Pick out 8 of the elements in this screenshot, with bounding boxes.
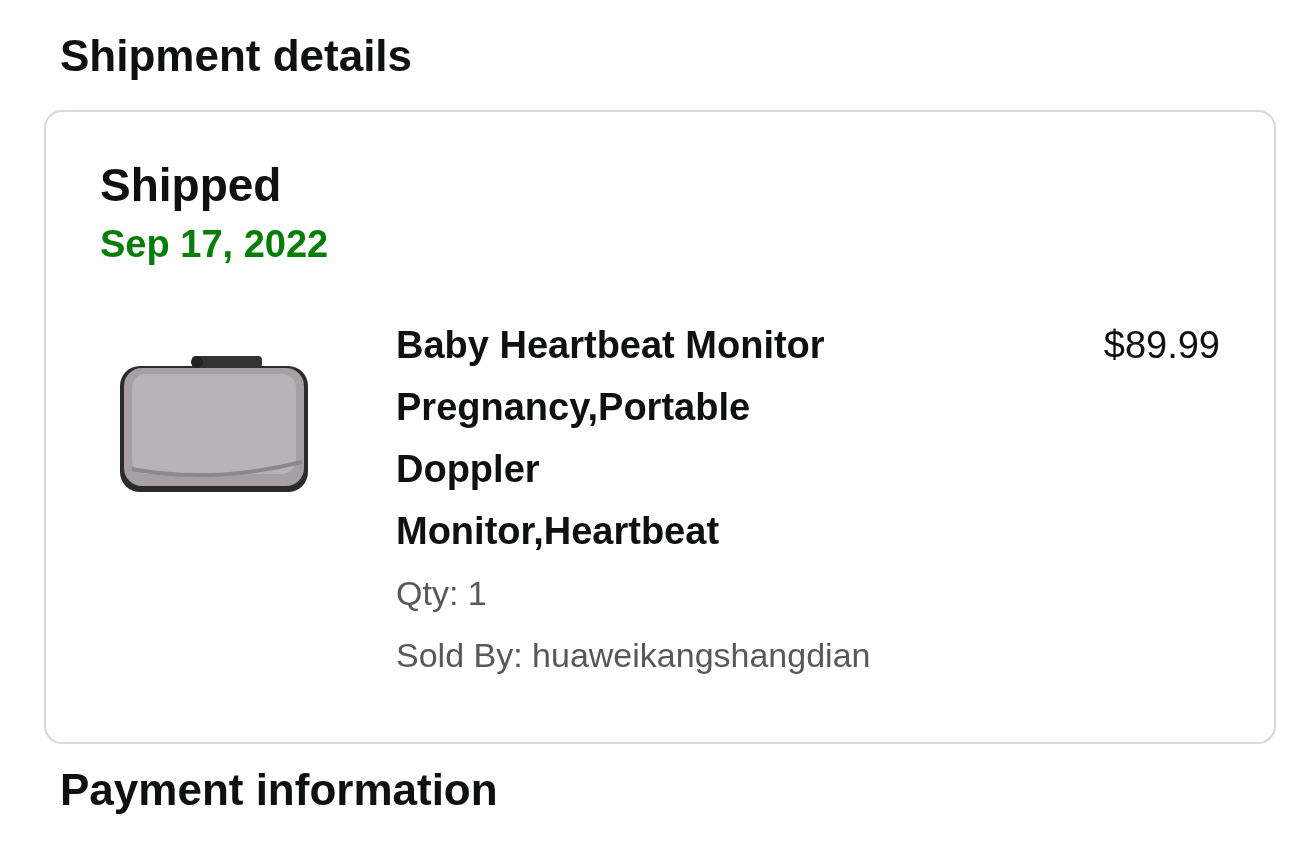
quantity-text: Qty: 1 <box>396 573 488 614</box>
section-heading: Shipment details <box>60 30 414 82</box>
shipment-status: Shipped <box>100 158 283 213</box>
shipment-date: Sep 17, 2022 <box>100 222 330 267</box>
seller-text: Sold By: huaweikangshangdian <box>396 635 872 676</box>
product-title[interactable]: Baby Heartbeat Monitor Pregnancy,Portable Doppler Monitor,Heartbeat <box>396 314 846 562</box>
price-text: $89.99 <box>1103 323 1220 368</box>
section-heading: Payment information <box>60 764 499 816</box>
